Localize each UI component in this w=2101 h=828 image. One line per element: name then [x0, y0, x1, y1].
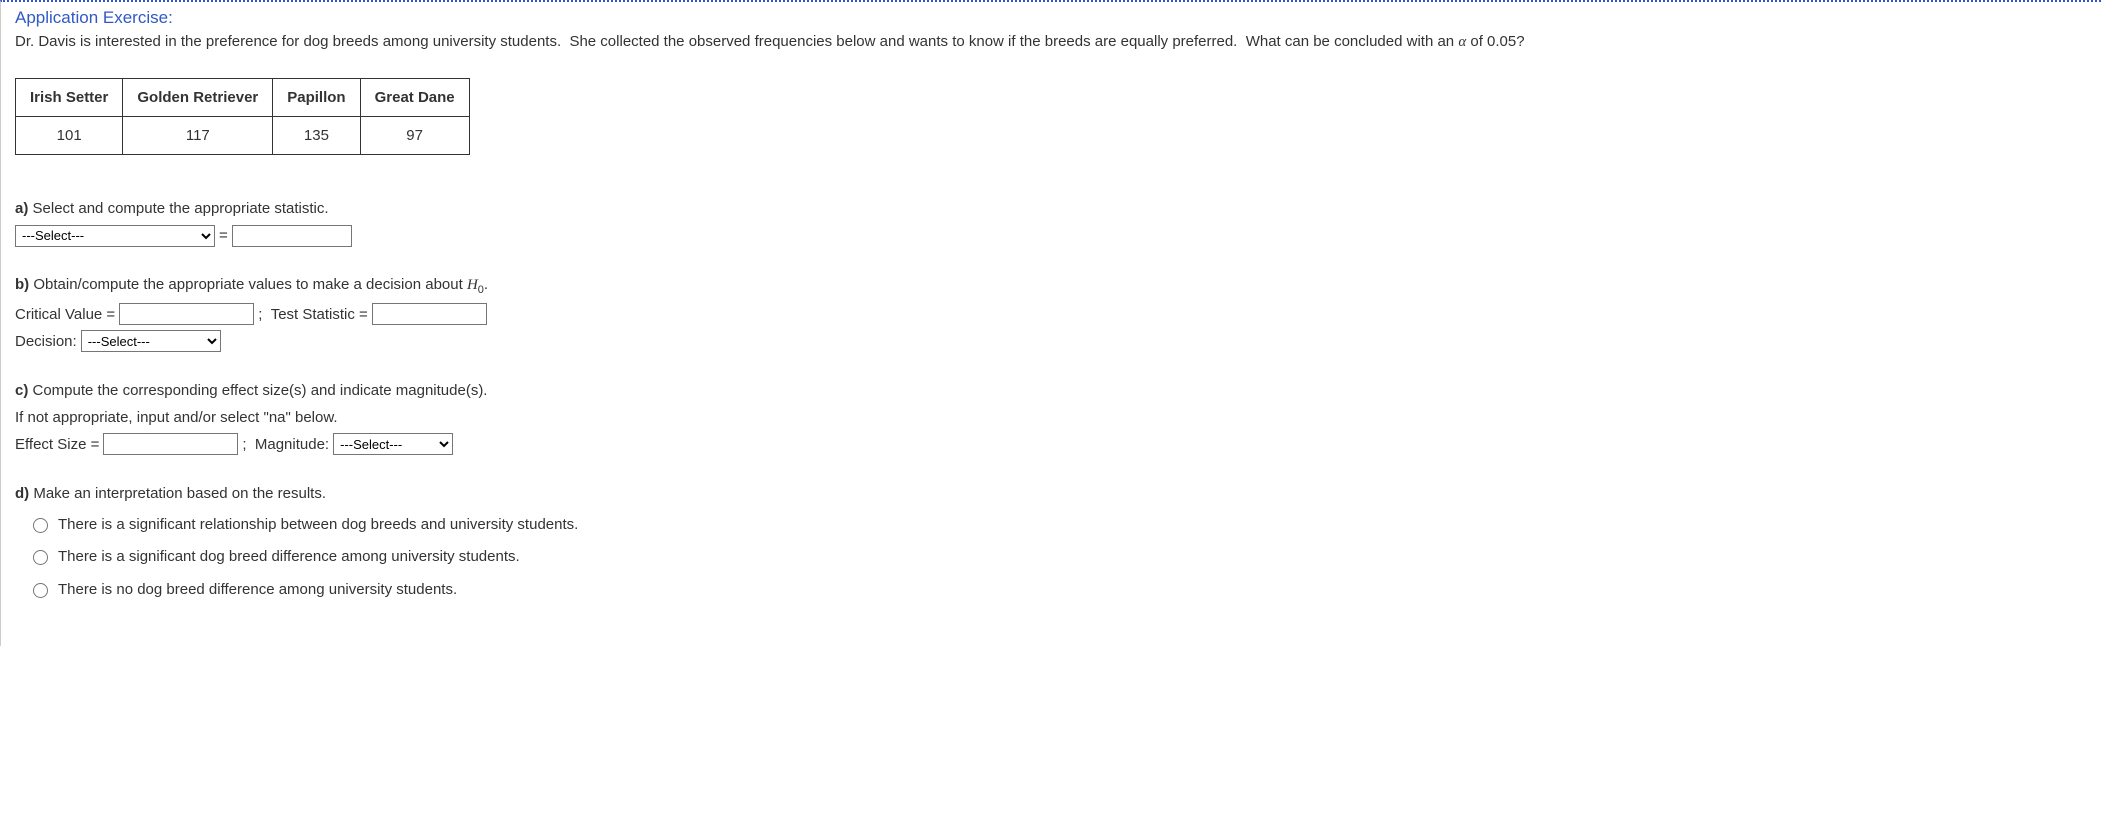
h0-symbol: H: [467, 277, 478, 293]
critical-value-label: Critical Value =: [15, 301, 115, 328]
interpretation-text-2: There is a significant dog breed differe…: [58, 543, 520, 572]
table-cell: 117: [123, 117, 273, 155]
interpretation-option-2: There is a significant dog breed differe…: [33, 543, 2087, 572]
interpretation-option-3: There is no dog breed difference among u…: [33, 576, 2087, 605]
exercise-container: Application Exercise: Dr. Davis is inter…: [0, 0, 2101, 646]
part-a: a) Select and compute the appropriate st…: [15, 195, 2087, 249]
table-header: Papillon: [273, 79, 360, 117]
part-d-text: Make an interpretation based on the resu…: [29, 485, 326, 502]
part-d-label: d): [15, 485, 29, 502]
table-cell: 101: [16, 117, 123, 155]
exercise-intro: Dr. Davis is interested in the preferenc…: [15, 30, 2087, 54]
part-c-text: Compute the corresponding effect size(s)…: [28, 382, 487, 399]
part-d: d) Make an interpretation based on the r…: [15, 480, 2087, 605]
table-header: Great Dane: [360, 79, 469, 117]
effect-size-label: Effect Size =: [15, 431, 99, 458]
decision-select[interactable]: ---Select---: [81, 330, 221, 352]
separator-text: ; Test Statistic =: [258, 301, 368, 328]
part-b-prompt: b) Obtain/compute the appropriate values…: [15, 271, 2087, 301]
frequency-table: Irish Setter Golden Retriever Papillon G…: [15, 78, 470, 155]
intro-text-2: of 0.05?: [1466, 33, 1524, 50]
part-b-values: Critical Value = ; Test Statistic =: [15, 301, 2087, 328]
table-data-row: 101 117 135 97: [16, 117, 470, 155]
part-c-hint: If not appropriate, input and/or select …: [15, 404, 2087, 431]
part-a-prompt: a) Select and compute the appropriate st…: [15, 195, 2087, 222]
part-c-inputs: Effect Size = ; Magnitude: ---Select---: [15, 431, 2087, 458]
table-header-row: Irish Setter Golden Retriever Papillon G…: [16, 79, 470, 117]
part-a-text: Select and compute the appropriate stati…: [28, 200, 328, 217]
part-a-label: a): [15, 200, 28, 217]
critical-value-input[interactable]: [119, 303, 254, 325]
table-header: Golden Retriever: [123, 79, 273, 117]
statistic-select[interactable]: ---Select---: [15, 225, 215, 247]
table-cell: 97: [360, 117, 469, 155]
part-d-prompt: d) Make an interpretation based on the r…: [15, 480, 2087, 507]
intro-text-1: Dr. Davis is interested in the preferenc…: [15, 33, 1458, 50]
separator-text: ; Magnitude:: [242, 431, 329, 458]
interpretation-option-1: There is a significant relationship betw…: [33, 511, 2087, 540]
statistic-value-input[interactable]: [232, 225, 352, 247]
part-b: b) Obtain/compute the appropriate values…: [15, 271, 2087, 355]
table-cell: 135: [273, 117, 360, 155]
interpretation-radio-2[interactable]: [33, 550, 48, 565]
equals-text: =: [219, 222, 228, 249]
period: .: [484, 276, 488, 293]
magnitude-select[interactable]: ---Select---: [333, 433, 453, 455]
effect-size-input[interactable]: [103, 433, 238, 455]
exercise-title: Application Exercise:: [15, 8, 2087, 28]
part-a-inputs: ---Select--- =: [15, 222, 2087, 249]
interpretation-radio-1[interactable]: [33, 518, 48, 533]
part-b-text: Obtain/compute the appropriate values to…: [29, 276, 467, 293]
interpretation-text-3: There is no dog breed difference among u…: [58, 576, 457, 605]
part-b-label: b): [15, 276, 29, 293]
interpretation-text-1: There is a significant relationship betw…: [58, 511, 578, 540]
test-statistic-input[interactable]: [372, 303, 487, 325]
part-c-label: c): [15, 382, 28, 399]
part-c: c) Compute the corresponding effect size…: [15, 377, 2087, 458]
interpretation-radio-3[interactable]: [33, 583, 48, 598]
part-b-decision: Decision: ---Select---: [15, 328, 2087, 355]
table-header: Irish Setter: [16, 79, 123, 117]
decision-label: Decision:: [15, 328, 77, 355]
part-c-prompt: c) Compute the corresponding effect size…: [15, 377, 2087, 404]
